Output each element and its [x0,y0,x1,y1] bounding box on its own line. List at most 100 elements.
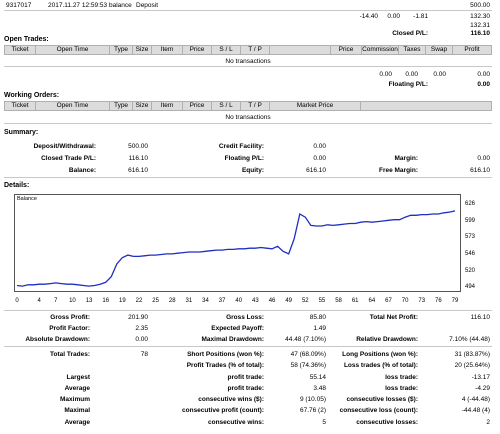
wcol-market-price[interactable]: Market Price [270,102,361,110]
largest-label: Largest [66,374,90,381]
open-trades-title: Open Trades: [4,36,49,43]
largest-profit-value: 55.14 [309,374,326,381]
maximal-label: Maximal [64,407,90,414]
avg-wins-value: 5 [322,419,326,426]
wcol-ticket[interactable]: Ticket [5,102,36,110]
rel-drawdown-value: 7.10% (44.48) [449,336,490,343]
open-floating-label: Floating P/L: [388,81,428,88]
avg-profit-label: profit trade: [227,385,264,392]
wcol-type[interactable]: Type [110,102,133,110]
x-tick-label: 76 [435,298,442,304]
col-swap[interactable]: Swap [426,46,453,54]
total-trades-value: 78 [140,351,148,358]
x-tick-label: 34 [202,298,209,304]
avg-wins-label: consecutive wins: [208,419,264,426]
x-tick-label: 70 [401,298,409,304]
wcol-tp[interactable]: T / P [241,102,270,110]
wcol-price[interactable]: Price [183,102,212,110]
expected-payoff-label: Expected Payoff: [211,325,264,332]
average-label: Average [64,385,90,392]
summary-balance-value: 616.10 [128,167,148,174]
profit-factor-value: 2.35 [135,325,148,332]
working-orders-header: Ticket Open Time Type Size Item Price S … [4,101,492,111]
summary-closed-value: 116.10 [128,155,148,162]
col-blank [270,46,331,54]
net-profit-value: 116.10 [470,314,490,321]
wcol-item[interactable]: Item [152,102,183,110]
gross-loss-label: Gross Loss: [226,314,264,321]
x-tick-label: 58 [335,298,342,304]
summary-credit-label: Credit Facility: [218,143,264,150]
x-tick-label: 73 [418,298,426,304]
col-price2[interactable]: Price [331,46,362,54]
open-total-profit: 0.00 [477,71,490,78]
max-losses-value: 4 (-44.48) [461,396,490,403]
loss-trades-label: Loss trades (% of total): [343,362,418,369]
col-price[interactable]: Price [183,46,212,54]
closed-pl-label: Closed P/L: [392,30,428,37]
profit-trades-label: Profit Trades (% of total): [186,362,264,369]
x-tick-label: 61 [351,298,359,304]
gross-profit-label: Gross Profit: [50,314,90,321]
col-size[interactable]: Size [133,46,152,54]
x-tick-label: 7 [54,298,58,304]
x-tick-label: 46 [268,298,276,304]
summary-free-margin-label: Free Margin: [378,167,418,174]
net-profit-label: Total Net Profit: [369,314,418,321]
summary-title: Summary: [4,129,39,136]
avg-profit-value: 3.48 [313,385,326,392]
col-commission[interactable]: Commission [362,46,399,54]
loss-trades-value: 20 (25.64%) [454,362,490,369]
col-item[interactable]: Item [152,46,183,54]
col-open-time[interactable]: Open Time [36,46,110,54]
x-tick-label: 16 [102,298,110,304]
sum-swap: -1.81 [413,13,428,20]
maximal-loss-value: -44.48 (4) [461,407,490,414]
x-tick-label: 67 [385,298,392,304]
long-positions-value: 31 (83.87%) [454,351,490,358]
largest-profit-label: profit trade: [227,374,264,381]
max-drawdown-value: 44.48 (7.10%) [285,336,326,343]
working-orders-empty: No transactions [225,114,271,121]
summary-margin-value: 0.00 [477,155,490,162]
summary-deposit-label: Deposit/Withdrawal: [33,143,96,150]
y-tick-label: 573 [465,234,476,241]
profit-trades-value: 58 (74.36%) [290,362,326,369]
col-taxes[interactable]: Taxes [399,46,426,54]
max-wins-value: 9 (10.05) [299,396,326,403]
short-positions-value: 47 (68.09%) [290,351,326,358]
deposit-time: 2017.11.27 12:59:53 [48,2,108,9]
gross-profit-value: 201.90 [128,314,148,321]
largest-loss-value: -13.17 [471,374,490,381]
maximal-loss-label: consecutive loss (count): [339,407,418,414]
x-tick-label: 43 [252,298,259,304]
summary-equity-value: 616.10 [306,167,326,174]
wcol-sl[interactable]: S / L [212,102,241,110]
wcol-open-time[interactable]: Open Time [36,102,110,110]
col-tp[interactable]: T / P [241,46,270,54]
x-tick-label: 25 [152,298,159,304]
x-tick-label: 4 [37,298,41,304]
x-tick-label: 49 [285,298,292,304]
short-positions-label: Short Positions (won %): [187,351,264,358]
expected-payoff-value: 1.49 [313,325,326,332]
x-tick-label: 52 [301,298,309,304]
wcol-size[interactable]: Size [133,102,152,110]
details-title: Details: [4,182,30,189]
col-profit[interactable]: Profit [453,46,491,54]
deposit-amount: 500.00 [470,2,490,9]
gross-loss-value: 85.80 [309,314,326,321]
summary-free-margin-value: 616.10 [470,167,490,174]
open-trades-empty: No transactions [225,58,271,65]
deposit-ticket: 9317017 [6,2,32,9]
long-positions-label: Long Positions (won %): [342,351,418,358]
y-tick-label: 494 [465,284,476,290]
col-sl[interactable]: S / L [212,46,241,54]
col-type[interactable]: Type [110,46,133,54]
x-tick-label: 64 [368,298,376,304]
col-ticket[interactable]: Ticket [5,46,36,54]
deposit-type: balance [109,2,132,9]
maximum-label: Maximum [60,396,90,403]
x-tick-label: 55 [318,298,326,304]
max-drawdown-label: Maximal Drawdown: [201,336,264,343]
